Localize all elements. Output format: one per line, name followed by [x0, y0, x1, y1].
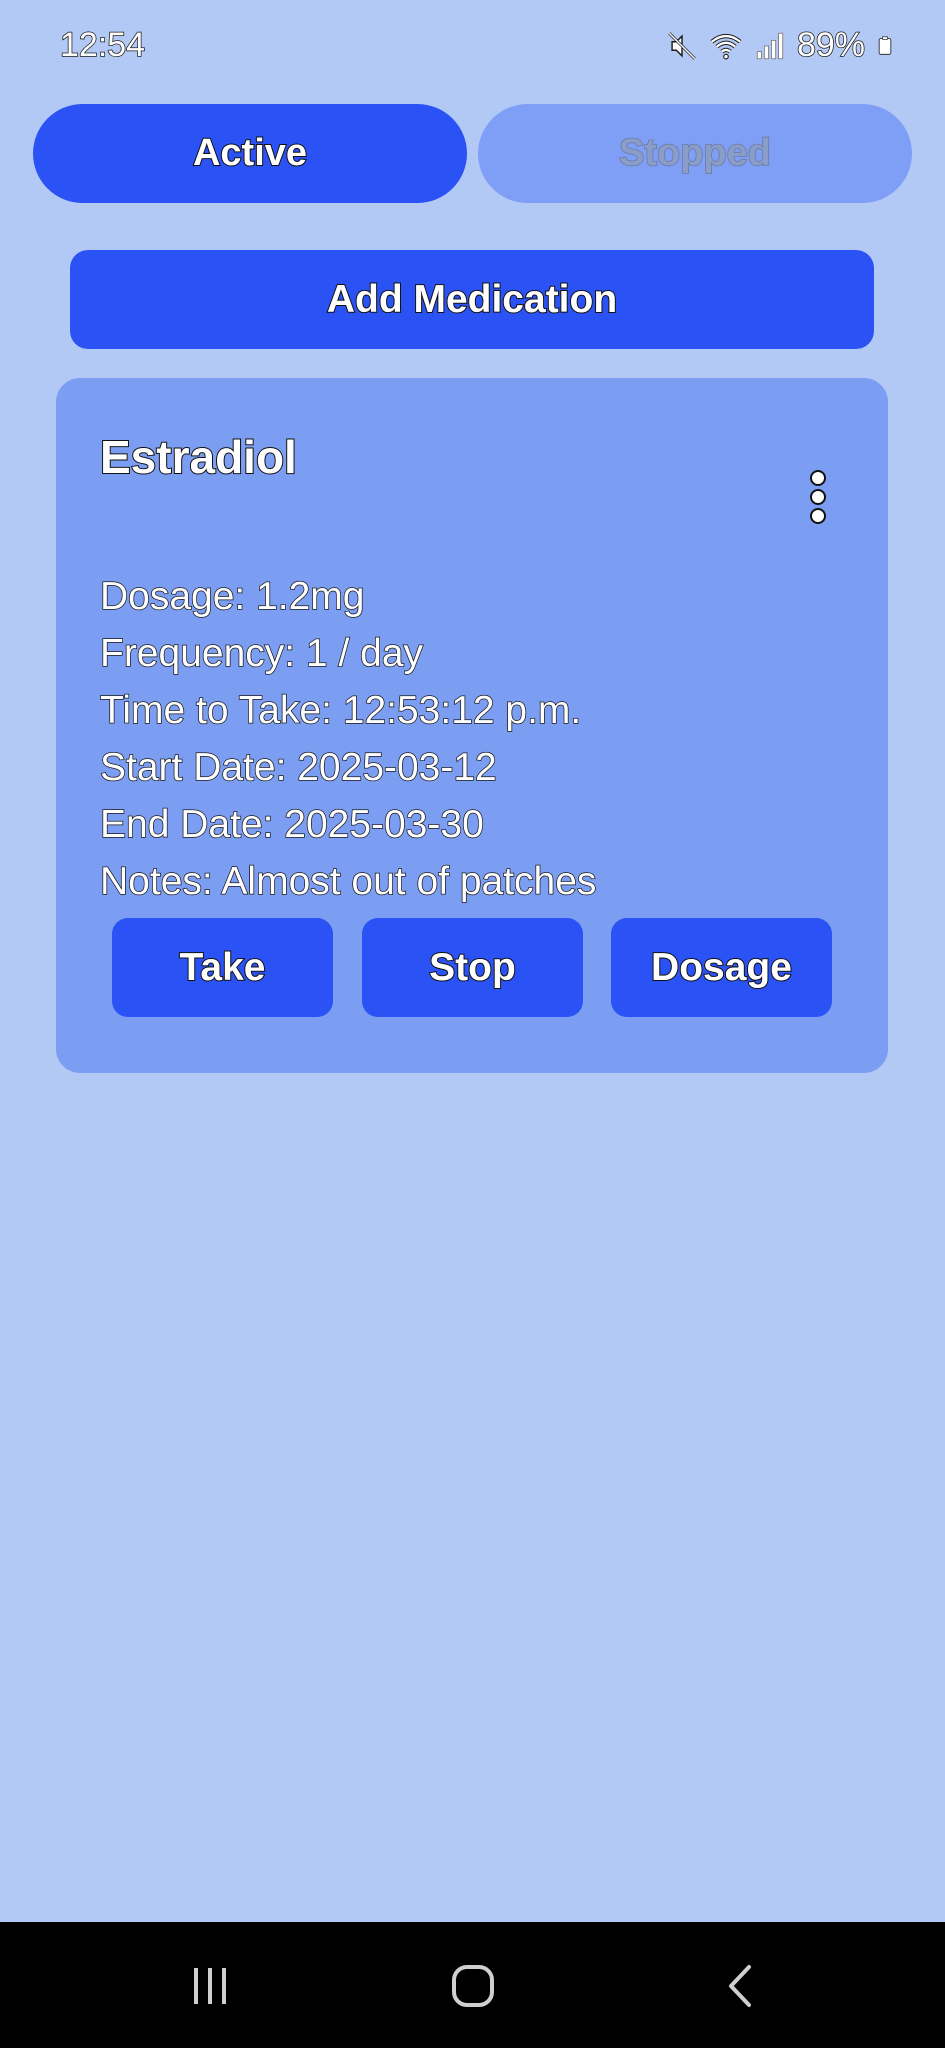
- take-button-label: Take: [179, 945, 267, 990]
- add-medication-label: Add Medication: [326, 277, 618, 322]
- medication-end-date: End Date: 2025-03-30: [99, 802, 484, 847]
- status-time: 12:54: [59, 25, 146, 65]
- tab-stopped-label: Stopped: [618, 131, 771, 175]
- tab-stopped[interactable]: Stopped: [478, 104, 912, 203]
- medication-start-date: Start Date: 2025-03-12: [99, 745, 497, 790]
- status-bar: 12:54 89%: [0, 0, 945, 96]
- back-icon[interactable]: [710, 1960, 770, 2012]
- battery-percentage: 89%: [796, 25, 866, 65]
- wifi-icon: [710, 33, 742, 59]
- medication-card: Estradiol Dosage: 1.2mg Frequency: 1 / d…: [56, 378, 888, 1073]
- medication-notes: Notes: Almost out of patches: [99, 859, 597, 904]
- medication-frequency: Frequency: 1 / day: [99, 631, 424, 676]
- take-button[interactable]: Take: [112, 918, 333, 1017]
- home-icon[interactable]: [443, 1960, 503, 2012]
- battery-icon: [878, 36, 892, 55]
- more-options-icon[interactable]: [806, 470, 830, 524]
- status-tabs: Active Stopped: [33, 104, 912, 203]
- tab-active-label: Active: [192, 131, 308, 175]
- tab-active[interactable]: Active: [33, 104, 467, 203]
- medication-dosage: Dosage: 1.2mg: [99, 574, 365, 619]
- mute-icon: [668, 31, 696, 60]
- stop-button[interactable]: Stop: [362, 918, 583, 1017]
- status-icons: 89%: [665, 25, 895, 65]
- add-medication-button[interactable]: Add Medication: [70, 250, 874, 349]
- medication-name: Estradiol: [99, 430, 298, 484]
- dosage-button[interactable]: Dosage: [611, 918, 832, 1017]
- dosage-button-label: Dosage: [650, 945, 793, 990]
- recent-apps-icon[interactable]: [180, 1960, 240, 2012]
- stop-button-label: Stop: [428, 945, 517, 990]
- signal-icon: [756, 32, 784, 59]
- medication-time-to-take: Time to Take: 12:53:12 p.m.: [99, 688, 582, 733]
- medication-details: Dosage: 1.2mg Frequency: 1 / day Time to…: [99, 568, 597, 910]
- navigation-bar: [0, 1922, 945, 2048]
- medication-actions: Take Stop Dosage: [112, 918, 832, 1017]
